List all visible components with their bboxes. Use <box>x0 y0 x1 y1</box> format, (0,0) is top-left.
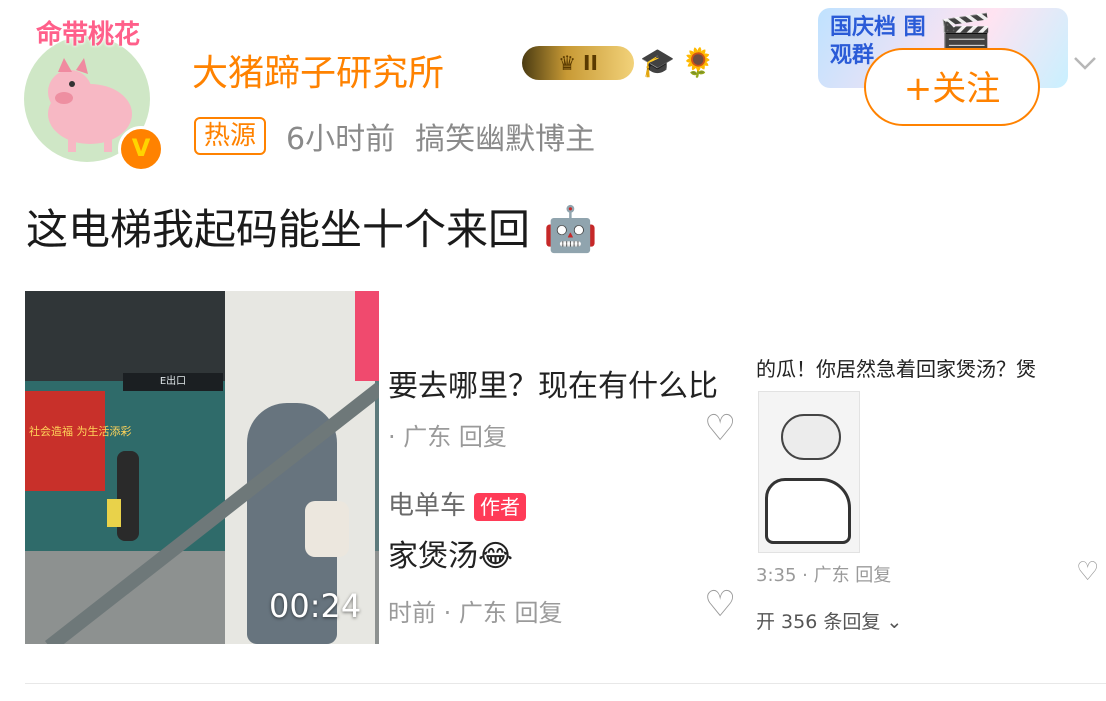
comment-screenshot-image[interactable]: 要去哪里？现在有什么比 · 广东 回复 ♡ 电单车 作者 家煲汤😂 时前 · 广东… <box>380 291 754 644</box>
post-text: 这电梯我起码能坐十个来回 <box>26 205 531 254</box>
graduation-cap-icon[interactable]: 🎓 <box>640 46 675 80</box>
avatar-frame-label: 命带桃花 <box>35 20 140 50</box>
video-scene-billboard <box>25 391 105 491</box>
user-avatar[interactable]: 命带桃花 V <box>18 14 164 172</box>
video-scene-distant-person <box>117 451 139 541</box>
thread-screenshot-image[interactable]: 的瓜！你居然急着回家煲汤？煲 3:35 · 广东 回复 ♡ 开 356 条回复 … <box>756 291 1106 644</box>
hot-source-tag[interactable]: 热源 <box>194 117 267 155</box>
user-badges: ♛ II 🎓 🌻 <box>522 46 716 80</box>
author-tag: 作者 <box>474 492 527 521</box>
video-duration: 00:24 <box>269 587 362 625</box>
meme-face <box>781 414 841 460</box>
sunflower-icon[interactable]: 🌻 <box>681 46 716 80</box>
verified-badge-icon: V <box>118 126 164 172</box>
video-scene-yellow-bag <box>107 499 121 527</box>
comment-reply-meta: 时前 · 广东 回复 <box>388 599 563 627</box>
heart-icon: ♡ <box>704 408 737 449</box>
heart-icon: ♡ <box>1076 557 1100 587</box>
follow-button[interactable]: +关注 <box>864 48 1040 126</box>
comment-author-name: 电单车 <box>388 491 467 521</box>
chevron-down-glyph <box>1074 57 1096 70</box>
post-meta: 热源 6小时前 搞笑幽默博主 <box>194 114 595 158</box>
expand-replies-link: 开 356 条回复 ⌄ <box>756 611 903 633</box>
vip-crown-badge-icon[interactable]: ♛ II <box>522 46 634 80</box>
video-thumbnail[interactable]: 社会造福 为生活添彩 E出口 00:24 <box>25 291 379 644</box>
vip-level: II <box>583 51 598 75</box>
username[interactable]: 大猪蹄子研究所 <box>192 44 444 96</box>
comment-author-row: 电单车 作者 <box>388 485 527 522</box>
video-scene-exit-sign: E出口 <box>123 373 223 391</box>
thumbs-up-meme-sticker <box>758 391 860 553</box>
thread-comment-text: 的瓜！你居然急着回家煲汤？煲 <box>756 357 1036 381</box>
comment-reply-text: 家煲汤😂 <box>388 539 514 574</box>
meme-thumbs-up-hand <box>765 478 851 544</box>
chevron-down-icon[interactable] <box>1072 50 1098 76</box>
video-scene-billboard-text: 社会造福 为生活添彩 <box>29 425 132 438</box>
post-divider <box>25 683 1106 684</box>
doraemon-emoji-icon: 🤖 <box>543 204 599 255</box>
author-category: 搞笑幽默博主 <box>415 122 596 157</box>
post-body: 这电梯我起码能坐十个来回 🤖 <box>26 196 598 257</box>
post-time: 6小时前 <box>286 122 396 157</box>
video-scene-ceiling <box>25 291 225 381</box>
thread-comment-meta: 3:35 · 广东 回复 <box>756 565 892 586</box>
video-scene-poster <box>355 291 379 381</box>
comment-text: 要去哪里？现在有什么比 <box>388 369 718 404</box>
video-scene-tote-bag <box>305 501 349 557</box>
comment-meta: · 广东 回复 <box>388 423 507 451</box>
vip-crown-icon: ♛ <box>558 51 583 75</box>
heart-icon: ♡ <box>704 584 737 625</box>
